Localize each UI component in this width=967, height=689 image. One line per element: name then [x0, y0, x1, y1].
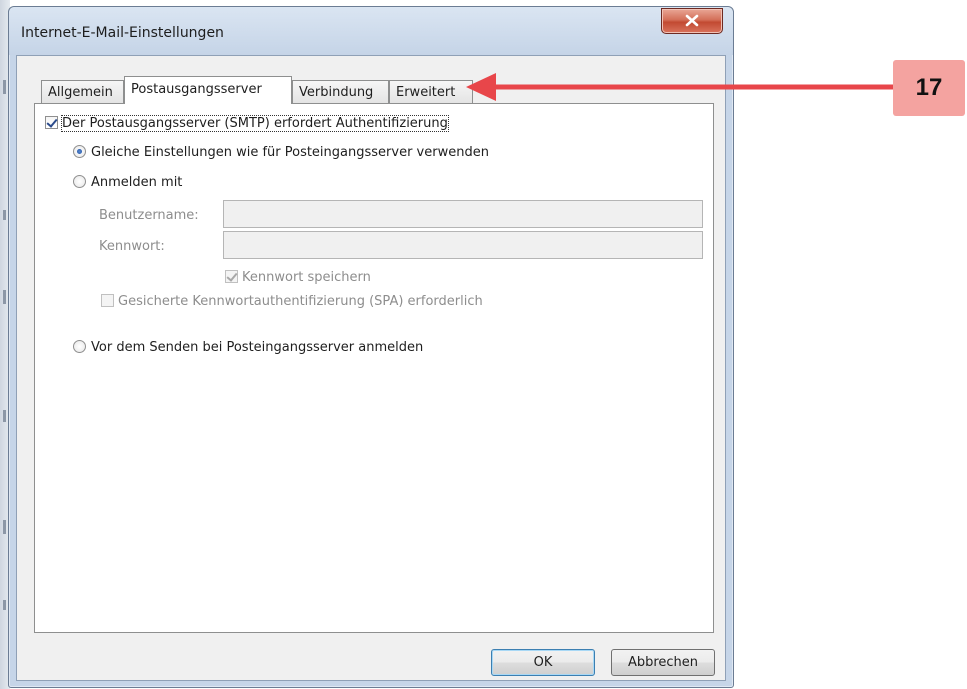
annotation-arrow: [466, 73, 893, 101]
annotation-badge: 17: [893, 60, 965, 116]
